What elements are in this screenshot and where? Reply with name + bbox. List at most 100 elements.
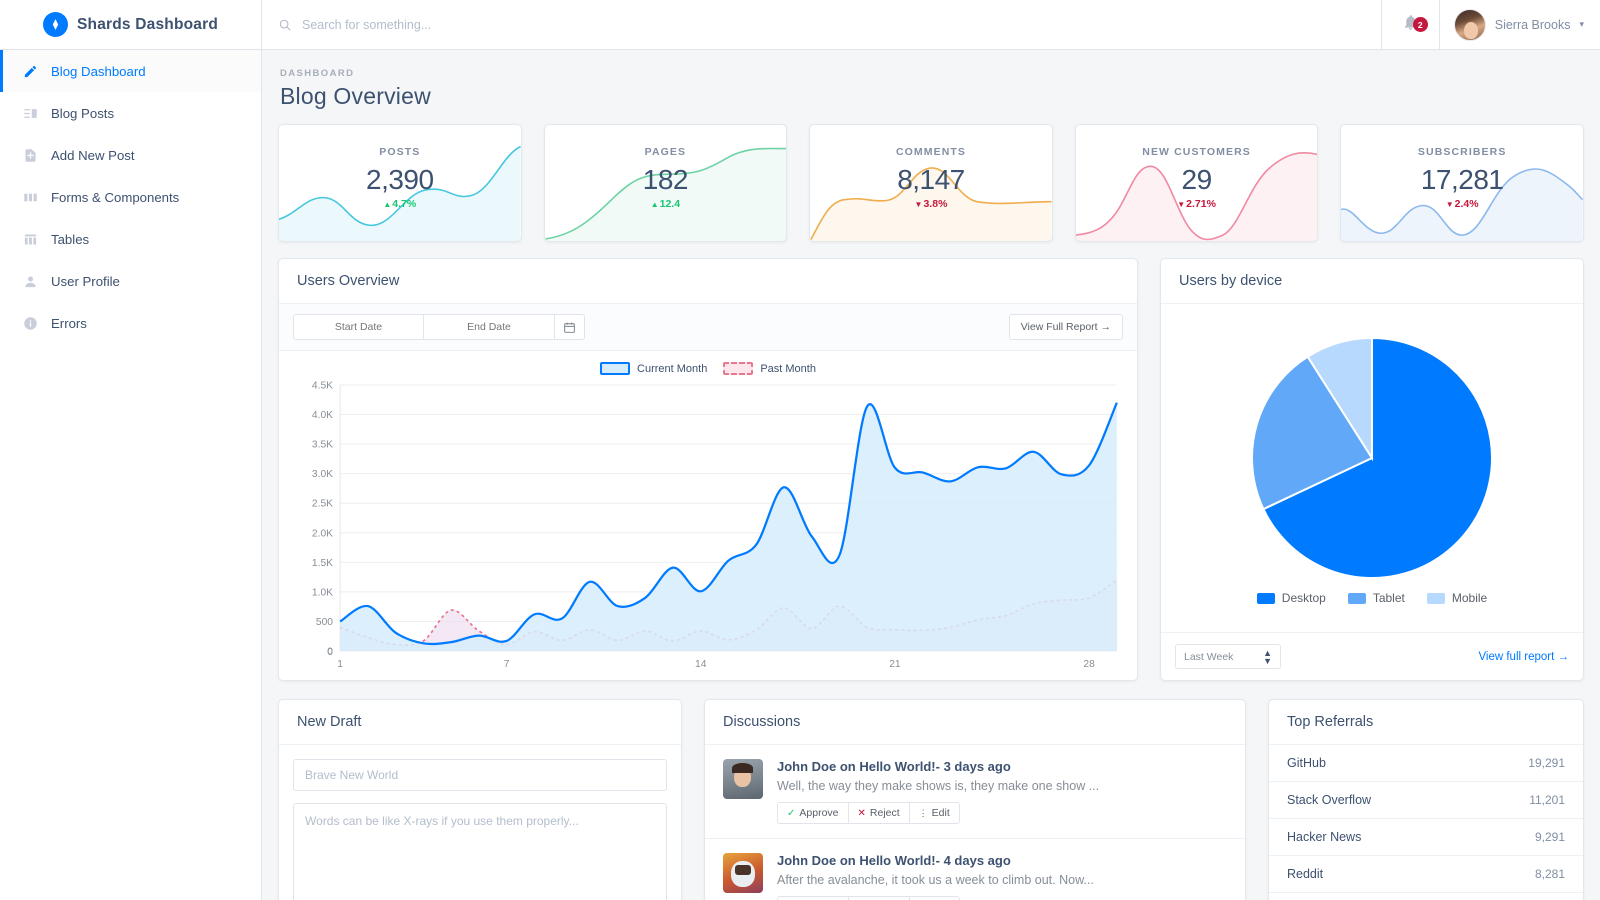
- discussion-content: John Doe on Hello World!- 3 days ago Wel…: [777, 759, 1227, 824]
- legend-past-month[interactable]: Past Month: [723, 362, 816, 375]
- pie-legend: Desktop Tablet Mobile: [1256, 591, 1488, 605]
- referral-name[interactable]: Hacker News: [1287, 830, 1361, 844]
- draft-title-input[interactable]: [293, 759, 667, 791]
- search-icon: [278, 18, 292, 32]
- legend-label: Tablet: [1372, 591, 1405, 605]
- users-by-device-card: Users by device Desktop Tablet Mobile La…: [1160, 258, 1584, 681]
- stat-value: 2,390: [366, 164, 434, 195]
- select-arrows-icon: ▲ ▼: [1263, 647, 1272, 666]
- notifications-button[interactable]: 2: [1380, 0, 1439, 49]
- stat-card-new-customers[interactable]: NEW CUSTOMERS 29 ▼2.71%: [1074, 124, 1319, 242]
- users-overview-chart: Current Month Past Month 0 500 1.0K 1.5K 2.0…: [279, 351, 1137, 680]
- card-title: Top Referrals: [1287, 714, 1374, 730]
- stat-delta: ▼2.4%: [1445, 198, 1479, 210]
- reject-button[interactable]: ✕ Reject: [848, 802, 910, 824]
- sidebar-item-errors[interactable]: Errors: [0, 302, 261, 344]
- svg-text:28: 28: [1083, 659, 1095, 670]
- draft-body-textarea[interactable]: [293, 803, 667, 900]
- sidebar-item-label: Tables: [51, 231, 90, 247]
- legend-swatch-current-icon: [600, 362, 631, 375]
- users-overview-header: Users Overview: [279, 259, 1137, 304]
- search-input[interactable]: [302, 17, 722, 32]
- stat-label: COMMENTS: [895, 146, 966, 158]
- user-name: Sierra Brooks: [1494, 17, 1571, 32]
- arrow-down-icon: ▼: [1177, 200, 1186, 209]
- pie-chart-svg: [1251, 336, 1493, 579]
- stat-delta: ▼3.8%: [914, 198, 948, 210]
- sidebar-item-label: Blog Dashboard: [51, 63, 146, 79]
- new-draft-card: New Draft: [278, 699, 682, 900]
- svg-text:4.0K: 4.0K: [312, 410, 333, 421]
- sidebar-item-forms-components[interactable]: Forms & Components: [0, 176, 261, 218]
- svg-text:2.5K: 2.5K: [312, 499, 333, 510]
- discussion-actions: ✓ Approve ✕ Reject ⋮ Edit: [777, 896, 1227, 900]
- card-title: Users by device: [1179, 273, 1283, 289]
- svg-text:1: 1: [337, 659, 343, 670]
- sidebar-item-tables[interactable]: Tables: [0, 218, 261, 260]
- start-date-input[interactable]: [293, 314, 424, 340]
- discussion-excerpt: Well, the way they make shows is, they m…: [777, 779, 1100, 793]
- sidebar: Shards Dashboard Blog Dashboard Blog Pos…: [0, 0, 262, 900]
- end-date-input[interactable]: [424, 314, 555, 340]
- stat-card-comments[interactable]: COMMENTS 8,147 ▼3.8%: [809, 124, 1053, 242]
- grid-icon: [22, 189, 38, 205]
- stat-delta: ▲12.4: [650, 198, 681, 210]
- edit-button[interactable]: ⋮ Edit: [909, 802, 960, 824]
- topbar-right: 2 Sierra Brooks ▾: [1380, 0, 1600, 49]
- sidebar-item-add-new-post[interactable]: Add New Post: [0, 134, 261, 176]
- approve-button[interactable]: ✓ Approve: [777, 802, 849, 824]
- calendar-icon[interactable]: [555, 314, 585, 340]
- table-row: Hacker News 9,291: [1269, 819, 1583, 856]
- view-full-report-button[interactable]: View Full Report →: [1008, 314, 1123, 340]
- stat-label: SUBSCRIBERS: [1417, 146, 1507, 158]
- discussion-actions: ✓ Approve ✕ Reject ⋮ Edit: [777, 802, 1227, 824]
- pie-chart-wrap: Desktop Tablet Mobile: [1161, 304, 1583, 632]
- referral-name[interactable]: Stack Overflow: [1287, 793, 1371, 807]
- arrow-up-icon: ▲: [383, 200, 392, 209]
- chevron-down-icon: ▾: [1579, 19, 1584, 29]
- device-view-full-report-link[interactable]: View full report →: [1478, 651, 1569, 663]
- legend-label: Mobile: [1451, 591, 1488, 605]
- user-menu[interactable]: Sierra Brooks ▾: [1438, 0, 1600, 49]
- sidebar-item-label: Add New Post: [51, 147, 135, 163]
- discussion-title[interactable]: John Doe on Hello World!- 4 days ago: [777, 853, 1227, 868]
- pie-legend-mobile[interactable]: Mobile: [1426, 591, 1488, 605]
- legend-label: Past Month: [760, 362, 816, 375]
- edit-button[interactable]: ⋮ Edit: [909, 896, 960, 900]
- pie-legend-tablet[interactable]: Tablet: [1347, 591, 1405, 605]
- brand[interactable]: Shards Dashboard: [0, 0, 261, 50]
- search-bar[interactable]: [262, 0, 1381, 49]
- new-draft-header: New Draft: [279, 700, 681, 745]
- stat-card-posts[interactable]: POSTS 2,390 ▲4.7%: [278, 124, 522, 242]
- svg-text:7: 7: [504, 659, 510, 670]
- discussion-content: John Doe on Hello World!- 4 days ago Aft…: [777, 853, 1227, 900]
- stat-card-pages[interactable]: PAGES 182 ▲12.4: [543, 124, 788, 242]
- select-value: Last Week: [1184, 650, 1234, 663]
- svg-text:2.0K: 2.0K: [312, 528, 333, 539]
- sidebar-item-label: Blog Posts: [51, 105, 115, 121]
- referral-value: 9,291: [1534, 830, 1565, 844]
- line-chart-svg: 0 500 1.0K 1.5K 2.0K 2.5K 3.0K 3.5K 4.0K 4.5K 1 7 14…: [312, 381, 1118, 670]
- approve-button[interactable]: ✓ Approve: [777, 896, 849, 900]
- sidebar-item-user-profile[interactable]: User Profile: [0, 260, 261, 302]
- mobile-swatch-icon: [1426, 592, 1445, 604]
- stat-value: 29: [1181, 164, 1213, 195]
- referral-name[interactable]: GitHub: [1287, 756, 1326, 770]
- referral-value: 8,281: [1534, 867, 1565, 881]
- sidebar-item-blog-posts[interactable]: Blog Posts: [0, 92, 261, 134]
- legend-current-month[interactable]: Current Month: [600, 362, 707, 375]
- discussion-title[interactable]: John Doe on Hello World!- 3 days ago: [777, 759, 1227, 774]
- svg-text:1.5K: 1.5K: [312, 558, 333, 569]
- table-row: Reddit 8,281: [1269, 856, 1583, 893]
- stat-card-subscribers[interactable]: SUBSCRIBERS 17,281 ▼2.4%: [1340, 124, 1584, 242]
- legend-label: Current Month: [637, 362, 708, 375]
- referral-name[interactable]: Reddit: [1287, 867, 1323, 881]
- referral-value: 11,201: [1529, 793, 1565, 807]
- brand-title: Shards Dashboard: [76, 15, 218, 33]
- sidebar-item-blog-dashboard[interactable]: Blog Dashboard: [0, 50, 261, 92]
- pencil-icon: [22, 63, 38, 79]
- time-range-select[interactable]: Last Week ▲ ▼: [1175, 644, 1281, 669]
- pie-legend-desktop[interactable]: Desktop: [1256, 591, 1326, 605]
- page-content: DASHBOARD Blog Overview POSTS 2,390 ▲4.7…: [262, 50, 1600, 900]
- reject-button[interactable]: ✕ Reject: [848, 896, 910, 900]
